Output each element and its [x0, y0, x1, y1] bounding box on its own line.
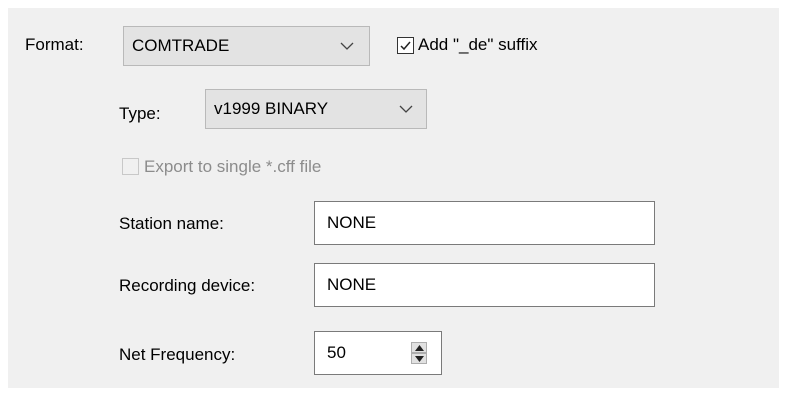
- net-frequency-value: 50: [327, 343, 346, 362]
- station-name-field[interactable]: NONE: [314, 201, 655, 245]
- format-dropdown[interactable]: COMTRADE: [123, 26, 370, 66]
- spin-up-button[interactable]: [411, 342, 427, 353]
- format-label: Format:: [25, 35, 84, 54]
- export-options-panel: Format: COMTRADE Add "_de" suffix Type: …: [8, 8, 779, 388]
- station-name-label: Station name:: [119, 214, 224, 233]
- export-single-cff-checkbox[interactable]: [122, 158, 139, 175]
- arrow-up-icon: [415, 345, 424, 351]
- checkmark-icon: [400, 41, 411, 51]
- format-dropdown-value: COMTRADE: [132, 36, 230, 55]
- net-frequency-label: Net Frequency:: [119, 345, 236, 364]
- chevron-down-icon: [340, 42, 354, 50]
- recording-device-value: NONE: [327, 275, 377, 294]
- station-name-value: NONE: [327, 213, 377, 232]
- add-suffix-checkbox[interactable]: [397, 37, 414, 54]
- spin-down-button[interactable]: [411, 353, 427, 364]
- recording-device-label: Recording device:: [119, 276, 256, 295]
- recording-device-field[interactable]: NONE: [314, 263, 655, 307]
- net-frequency-stepper[interactable]: 50: [314, 331, 442, 375]
- type-label: Type:: [119, 104, 161, 123]
- type-dropdown-value: v1999 BINARY: [214, 99, 329, 118]
- chevron-down-icon: [399, 105, 413, 113]
- export-single-cff-label[interactable]: Export to single *.cff file: [144, 157, 321, 177]
- arrow-down-icon: [415, 356, 424, 362]
- add-suffix-label[interactable]: Add "_de" suffix: [418, 35, 538, 55]
- type-dropdown[interactable]: v1999 BINARY: [205, 89, 427, 129]
